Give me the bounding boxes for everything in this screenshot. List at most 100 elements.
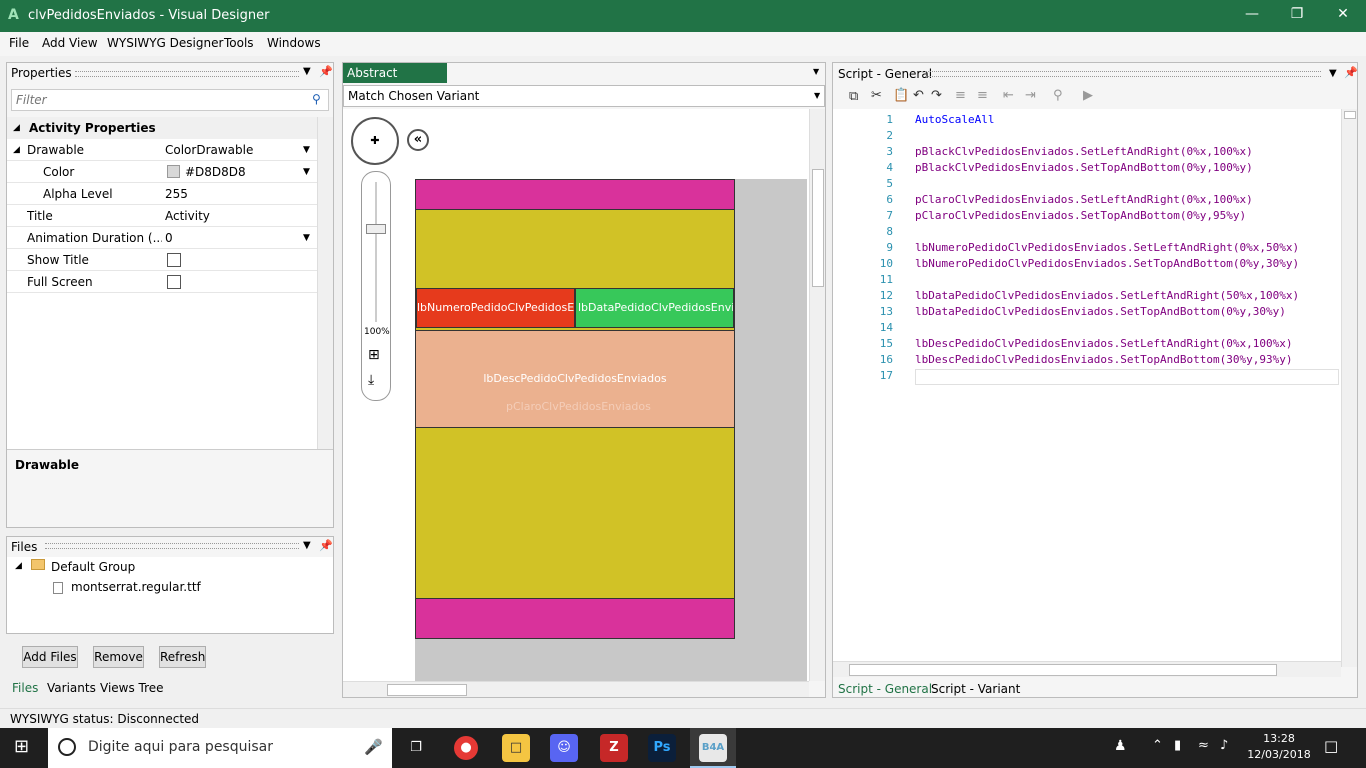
comment-icon[interactable]: ≡	[955, 88, 966, 103]
add-files-button[interactable]: Add Files	[22, 646, 78, 668]
collapse-icon[interactable]: ◢	[15, 561, 22, 571]
volume-icon[interactable]: ♪	[1220, 738, 1228, 753]
windows-start-icon[interactable]: ⊞	[14, 736, 29, 757]
code-line[interactable]	[915, 177, 1339, 193]
menu-wysiwyg-designer[interactable]: WYSIWYG Designer	[107, 36, 223, 50]
tab-views-tree[interactable]: Views Tree	[100, 681, 164, 695]
dropdown-arrow-icon[interactable]: ▼	[303, 139, 310, 161]
double-chevron-left-icon[interactable]: «	[407, 129, 429, 151]
drag-grip[interactable]	[45, 543, 299, 549]
script-hscrollbar[interactable]	[833, 661, 1341, 677]
pan-control-icon[interactable]: ✚	[351, 117, 399, 165]
zoom-slider[interactable]: 100% ⊞ ⤓	[361, 171, 391, 401]
find-icon[interactable]: ⚲	[1053, 88, 1063, 103]
code-line[interactable]: pBlackClvPedidosEnviados.SetLeftAndRight…	[915, 145, 1339, 161]
property-row-alpha[interactable]: Alpha Level 255	[7, 183, 317, 205]
undo-icon[interactable]: ↶	[913, 88, 924, 103]
download-icon[interactable]: ⤓	[368, 372, 374, 388]
scroll-thumb[interactable]	[812, 169, 824, 287]
code-line[interactable]: AutoScaleAll	[915, 113, 1339, 129]
tab-files[interactable]: Files	[12, 681, 38, 695]
restore-icon[interactable]: ❐	[1282, 6, 1312, 26]
task-view-icon[interactable]: ❐	[402, 734, 430, 762]
clock-time[interactable]: 13:28	[1250, 732, 1308, 745]
chrome-icon[interactable]: ●	[454, 736, 478, 760]
tab-script-general[interactable]: Script - General	[838, 682, 932, 696]
scroll-thumb[interactable]	[849, 664, 1277, 676]
collapse-icon[interactable]: ◢	[13, 139, 20, 161]
b4a-taskbar-item[interactable]: B4A	[690, 728, 736, 768]
uncomment-icon[interactable]: ≡	[977, 88, 988, 103]
script-vscrollbar[interactable]	[1341, 109, 1357, 667]
tab-variants[interactable]: Variants	[47, 681, 96, 695]
scroll-thumb[interactable]	[387, 684, 467, 696]
tab-script-variant[interactable]: Script - Variant	[931, 682, 1020, 696]
property-row-color[interactable]: Color #D8D8D8 ▼	[7, 161, 317, 183]
dropdown-icon[interactable]: ▼	[1329, 68, 1337, 79]
code-line[interactable]	[915, 369, 1339, 385]
minimize-icon[interactable]: —	[1237, 6, 1267, 26]
lbNumeroPedido-label[interactable]: lbNumeroPedidoClvPedidosEnviados	[416, 288, 575, 328]
dropdown-arrow-icon[interactable]: ▼	[303, 161, 310, 183]
full-screen-checkbox[interactable]	[167, 275, 181, 289]
code-line[interactable]	[915, 321, 1339, 337]
microphone-icon[interactable]: 🎤	[364, 738, 383, 756]
dropdown-icon[interactable]: ▼	[303, 66, 311, 77]
code-line[interactable]	[915, 273, 1339, 289]
code-line[interactable]: pClaroClvPedidosEnviados.SetTopAndBottom…	[915, 209, 1339, 225]
pBlack-panel[interactable]: pClaroClvPedidosEnviados lbNumeroPedidoC…	[415, 179, 735, 639]
refresh-button[interactable]: Refresh	[159, 646, 206, 668]
battery-icon[interactable]: ▮	[1174, 738, 1181, 753]
remove-button[interactable]: Remove	[93, 646, 144, 668]
menu-file[interactable]: File	[9, 36, 29, 50]
file-group[interactable]: Default Group	[51, 560, 135, 574]
property-group-header[interactable]: ◢ Activity Properties	[7, 117, 317, 139]
fit-icon[interactable]: ⊞	[368, 347, 380, 363]
property-row-animation[interactable]: Animation Duration (... 0 ▼	[7, 227, 317, 249]
wifi-icon[interactable]: ≈	[1198, 738, 1209, 753]
file-explorer-icon[interactable]: □	[502, 734, 530, 762]
code-line[interactable]: pClaroClvPedidosEnviados.SetLeftAndRight…	[915, 193, 1339, 209]
slider-thumb[interactable]	[366, 224, 386, 234]
menu-tools[interactable]: Tools	[224, 36, 254, 50]
file-item[interactable]: montserrat.regular.ttf	[71, 580, 201, 594]
dropdown-arrow-icon[interactable]: ▼	[303, 227, 310, 249]
cut-icon[interactable]: ✂	[871, 88, 882, 103]
menu-windows[interactable]: Windows	[267, 36, 321, 50]
code-line[interactable]: lbNumeroPedidoClvPedidosEnviados.SetTopA…	[915, 257, 1339, 273]
outdent-icon[interactable]: ⇤	[1003, 88, 1014, 103]
filezilla-icon[interactable]: Z	[600, 734, 628, 762]
photoshop-icon[interactable]: Ps	[648, 734, 676, 762]
code-line[interactable]: lbDescPedidoClvPedidosEnviados.SetTopAnd…	[915, 353, 1339, 369]
discord-icon[interactable]: ☺	[550, 734, 578, 762]
collapse-icon[interactable]: ◢	[13, 117, 20, 139]
clock-date[interactable]: 12/03/2018	[1246, 748, 1312, 761]
property-row-show-title[interactable]: Show Title	[7, 249, 317, 271]
search-icon[interactable]: ⚲	[312, 92, 321, 106]
variant-select[interactable]: Match Chosen Variant ▼	[343, 85, 825, 107]
pin-icon[interactable]: 📌	[319, 539, 333, 552]
menu-add-view[interactable]: Add View	[42, 36, 98, 50]
property-row-drawable[interactable]: ◢ Drawable ColorDrawable ▼	[7, 139, 317, 161]
property-row-title[interactable]: Title Activity	[7, 205, 317, 227]
chevron-down-icon[interactable]: ▼	[814, 91, 820, 100]
taskbar-search[interactable]: Digite aqui para pesquisar 🎤	[48, 728, 392, 768]
close-icon[interactable]: ✕	[1328, 6, 1358, 26]
scroll-thumb[interactable]	[1344, 111, 1356, 119]
dropdown-icon[interactable]: ▼	[813, 67, 819, 76]
tab-abstract-designer[interactable]: Abstract Designer	[343, 63, 447, 100]
pin-icon[interactable]: 📌	[1344, 66, 1358, 79]
paste-icon[interactable]: 📋	[893, 88, 909, 103]
pin-icon[interactable]: 📌	[319, 65, 333, 78]
code-editor[interactable]: 1 2 3 4 5 6 7 8 9 10 11 12 13 14 15 16 17 AutoScaleAll pB…	[833, 109, 1341, 667]
code-line[interactable]: lbDataPedidoClvPedidosEnviados.SetLeftAn…	[915, 289, 1339, 305]
run-icon[interactable]: ▶	[1083, 88, 1093, 103]
property-row-full-screen[interactable]: Full Screen	[7, 271, 317, 293]
chevron-up-icon[interactable]: ⌃	[1152, 738, 1163, 753]
code-line[interactable]: lbDataPedidoClvPedidosEnviados.SetTopAnd…	[915, 305, 1339, 321]
drag-grip[interactable]	[925, 71, 1321, 77]
lbDataPedido-label[interactable]: lbDataPedidoClvPedidosEnviados	[575, 288, 734, 328]
code-line[interactable]	[915, 129, 1339, 145]
filter-input[interactable]	[16, 92, 306, 108]
designer-hscrollbar[interactable]	[343, 681, 809, 697]
